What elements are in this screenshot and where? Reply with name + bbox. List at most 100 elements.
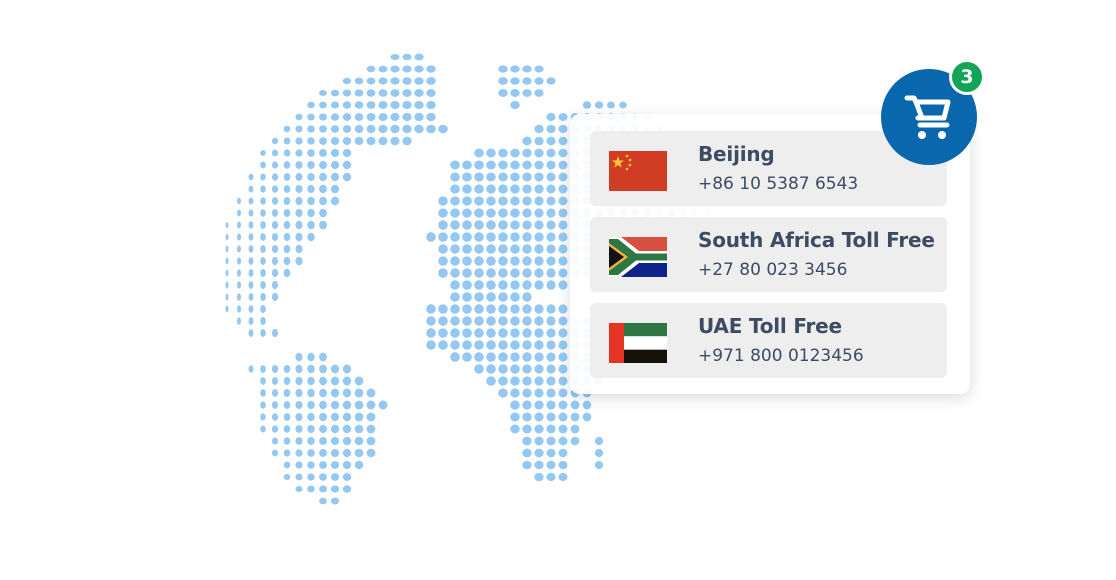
map-dot [402,65,412,73]
map-dot [414,124,424,134]
map-dot [283,125,291,133]
map-dot [426,77,436,85]
map-dot [295,137,303,145]
map-dot [474,316,484,326]
map-dot [295,196,303,206]
map-dot [438,196,448,206]
number-list-item-south-africa[interactable]: South Africa Toll Free +27 80 023 3456 [590,217,947,292]
map-dot [558,172,568,182]
map-dot [498,65,508,73]
map-dot [498,280,508,290]
map-dot [366,101,376,109]
map-dot [522,184,532,194]
map-dot [534,172,544,182]
map-dot [319,172,327,182]
map-dot [522,280,532,290]
map-dot [426,89,436,97]
map-dot [522,148,532,158]
map-dot [330,436,340,446]
map-dot [498,172,508,182]
map-dot [260,209,266,217]
map-dot [558,280,568,290]
map-dot [236,233,242,241]
map-dot [534,208,544,218]
phone-number: +971 800 0123456 [698,346,864,366]
map-dot [534,184,544,194]
map-dot [474,148,484,158]
map-dot [342,172,352,182]
china-flag-icon [609,151,667,191]
map-dot [486,280,496,290]
map-dot [426,124,436,134]
map-dot [307,149,315,157]
map-dot [342,400,352,410]
map-dot [307,400,315,410]
map-dot [522,304,532,314]
phone-number: +27 80 023 3456 [698,260,848,280]
map-dot [319,149,327,157]
map-dot [522,328,532,338]
map-dot [295,256,303,266]
map-dot [342,89,352,97]
map-dot [474,184,484,194]
map-dot [486,268,496,278]
map-dot [594,461,604,469]
map-dot [510,100,520,110]
map-dot [307,196,315,206]
map-dot [342,148,352,158]
map-dot [546,172,556,182]
map-dot [354,124,364,134]
map-dot [271,389,279,397]
map-dot [330,400,340,410]
map-dot [248,269,254,277]
map-dot [402,77,412,85]
map-dot [319,113,327,121]
map-dot [462,184,472,194]
map-dot [582,101,592,109]
map-dot [271,256,279,266]
map-dot [330,412,340,422]
map-dot [283,376,291,386]
map-dot [426,100,436,110]
map-dot [534,364,544,374]
map-dot [390,53,400,61]
map-dot [378,400,388,410]
map-dot [522,412,532,422]
map-dot [450,160,460,170]
map-dot [546,460,556,470]
uae-flag-icon [609,323,667,363]
map-dot [450,280,460,290]
map-dot [283,388,291,398]
map-dot [260,281,266,289]
map-dot [498,89,508,97]
map-dot [330,184,340,194]
map-dot [546,256,556,266]
map-dot [486,316,496,326]
map-dot [366,124,376,134]
map-dot [570,436,580,446]
map-dot [486,304,496,314]
map-dot [330,424,340,434]
map-dot [558,304,568,314]
map-dot [534,352,544,362]
map-dot [283,197,291,205]
map-dot [462,292,472,302]
map-dot [283,413,291,421]
map-dot [295,149,303,157]
map-dot [283,268,291,278]
map-dot [510,232,520,242]
map-dot [260,257,266,265]
map-dot [307,184,315,194]
map-dot [225,269,229,277]
map-dot [607,101,615,109]
map-dot [354,460,364,470]
map-dot [474,220,484,230]
map-dot [498,388,508,398]
map-dot [522,268,532,278]
map-dot [534,220,544,230]
map-dot [558,400,568,410]
map-dot [558,232,568,242]
map-dot [438,244,448,254]
number-list-item-uae[interactable]: UAE Toll Free +971 800 0123456 [590,303,947,378]
map-dot [260,245,266,253]
